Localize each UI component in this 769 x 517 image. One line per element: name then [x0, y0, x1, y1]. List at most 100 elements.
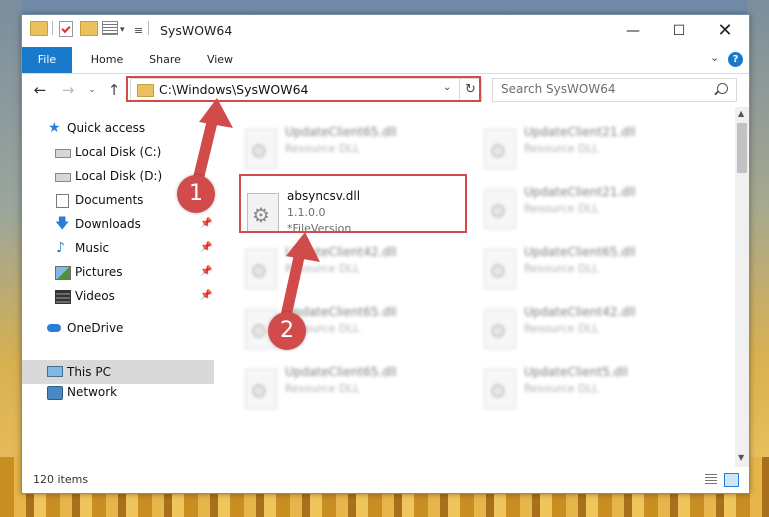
- sidebar-item-onedrive[interactable]: OneDrive: [22, 316, 214, 340]
- sidebar-item-label: Quick access: [67, 121, 146, 135]
- sidebar-item-label: Local Disk (D:): [75, 169, 163, 183]
- vertical-scrollbar[interactable]: ▲ ▼: [735, 107, 749, 467]
- navigation-pane: ★ Quick access Local Disk (C:) Local Dis…: [22, 107, 214, 467]
- file-item[interactable]: UpdateClient5.dll Resource DLL: [478, 365, 698, 417]
- title-bar: ▾ ≡ SysWOW64 — ☐ ✕: [22, 15, 749, 47]
- file-type: Resource DLL: [524, 382, 599, 395]
- sidebar-item-network[interactable]: Network: [22, 380, 214, 404]
- forward-arrow-icon[interactable]: →: [58, 80, 78, 100]
- sidebar-item-label: Network: [67, 385, 118, 399]
- search-input[interactable]: Search SysWOW64: [501, 82, 615, 96]
- recent-locations-chevron-icon[interactable]: ⌄: [86, 80, 98, 100]
- sidebar-item-label: Downloads: [75, 217, 141, 231]
- star-icon: ★: [48, 120, 61, 136]
- desktop-background-right: [747, 0, 769, 517]
- cloud-icon: [47, 324, 61, 332]
- pictures-icon: [55, 266, 71, 280]
- drive-icon: [55, 149, 71, 158]
- file-name: UpdateClient21.dll: [524, 125, 636, 139]
- pin-icon[interactable]: 📌: [200, 212, 212, 236]
- minimize-button[interactable]: —: [610, 15, 656, 47]
- file-item[interactable]: UpdateClient65.dll Resource DLL: [239, 125, 459, 177]
- dll-file-icon: [484, 309, 516, 349]
- file-type: Resource DLL: [524, 202, 599, 215]
- dll-file-icon: [484, 189, 516, 229]
- up-arrow-icon[interactable]: ↑: [104, 80, 124, 100]
- file-name: UpdateClient42.dll: [524, 305, 636, 319]
- window-title: SysWOW64: [160, 23, 233, 38]
- title-divider: [148, 21, 149, 35]
- search-box[interactable]: Search SysWOW64: [492, 78, 737, 102]
- file-name: UpdateClient65.dll: [285, 365, 397, 379]
- quick-access-divider: [52, 21, 53, 35]
- file-item[interactable]: UpdateClient21.dll Resource DLL: [478, 185, 698, 237]
- dll-file-icon: [245, 129, 277, 169]
- new-folder-icon[interactable]: [80, 21, 98, 36]
- videos-icon: [55, 290, 71, 304]
- computer-icon: [47, 366, 63, 377]
- sidebar-item-videos[interactable]: Videos 📌: [22, 284, 214, 308]
- pin-icon[interactable]: 📌: [200, 236, 212, 260]
- customize-toolbar-chevron-icon[interactable]: ▾: [120, 21, 125, 39]
- file-item[interactable]: UpdateClient42.dll Resource DLL: [478, 305, 698, 357]
- address-bar-highlight: [126, 76, 481, 102]
- details-view-icon[interactable]: [705, 474, 717, 485]
- sidebar-item-label: Videos: [75, 289, 115, 303]
- file-type: Resource DLL: [285, 382, 360, 395]
- sidebar-item-label: Pictures: [75, 265, 123, 279]
- sidebar-item-label: Documents: [75, 193, 144, 207]
- file-highlight: [239, 174, 467, 233]
- pin-icon[interactable]: 📌: [200, 260, 212, 284]
- scroll-up-arrow-icon[interactable]: ▲: [738, 109, 744, 118]
- back-arrow-icon[interactable]: ←: [30, 80, 50, 100]
- desktop-background-left: [0, 0, 22, 517]
- step-2-badge: 2: [268, 312, 306, 350]
- sidebar-item-local-disk-c[interactable]: Local Disk (C:): [22, 140, 214, 164]
- toolbar-menu-icon[interactable]: ≡: [134, 21, 143, 39]
- dll-file-icon: [245, 249, 277, 289]
- file-name: UpdateClient65.dll: [524, 245, 636, 259]
- sidebar-item-music[interactable]: ♪ Music 📌: [22, 236, 214, 260]
- tab-home[interactable]: Home: [80, 47, 134, 73]
- dll-file-icon: [245, 369, 277, 409]
- sidebar-item-quick-access[interactable]: ★ Quick access: [22, 116, 214, 140]
- pin-icon[interactable]: 📌: [200, 284, 212, 308]
- file-type: Resource DLL: [524, 142, 599, 155]
- item-count: 120 items: [33, 473, 89, 486]
- search-icon[interactable]: [717, 83, 728, 94]
- properties-check-icon[interactable]: [59, 21, 73, 37]
- file-list: UpdateClient65.dll Resource DLL UpdateCl…: [215, 107, 735, 467]
- large-icons-view-icon[interactable]: [724, 473, 739, 487]
- sidebar-item-pictures[interactable]: Pictures 📌: [22, 260, 214, 284]
- properties-icon[interactable]: [102, 21, 118, 35]
- file-item[interactable]: UpdateClient21.dll Resource DLL: [478, 125, 698, 177]
- documents-icon: [56, 194, 69, 208]
- network-icon: [47, 386, 63, 400]
- dll-file-icon: [484, 249, 516, 289]
- ribbon-tabs: File Home Share View ⌄ ?: [22, 47, 749, 74]
- maximize-button[interactable]: ☐: [656, 15, 702, 47]
- file-item[interactable]: UpdateClient42.dll Resource DLL: [239, 245, 459, 297]
- help-icon[interactable]: ?: [728, 52, 743, 67]
- scroll-down-arrow-icon[interactable]: ▼: [738, 453, 744, 462]
- close-button[interactable]: ✕: [702, 15, 748, 47]
- scrollbar-thumb[interactable]: [737, 123, 747, 173]
- tab-view[interactable]: View: [196, 47, 244, 73]
- file-name: UpdateClient65.dll: [285, 305, 397, 319]
- tab-share[interactable]: Share: [138, 47, 192, 73]
- step-1-badge: 1: [177, 175, 215, 213]
- folder-icon[interactable]: [30, 21, 48, 36]
- file-type: Resource DLL: [285, 142, 360, 155]
- drive-icon: [55, 173, 71, 182]
- file-item[interactable]: UpdateClient65.dll Resource DLL: [239, 365, 459, 417]
- file-item[interactable]: UpdateClient65.dll Resource DLL: [478, 245, 698, 297]
- expand-ribbon-chevron-icon[interactable]: ⌄: [710, 51, 719, 64]
- sidebar-item-downloads[interactable]: 🡇 Downloads 📌: [22, 212, 214, 236]
- tab-file[interactable]: File: [22, 47, 72, 73]
- file-name: UpdateClient65.dll: [285, 125, 397, 139]
- file-name: UpdateClient21.dll: [524, 185, 636, 199]
- status-bar: 120 items: [22, 468, 749, 493]
- file-type: Resource DLL: [524, 322, 599, 335]
- sidebar-item-label: Music: [75, 241, 110, 255]
- dll-file-icon: [484, 129, 516, 169]
